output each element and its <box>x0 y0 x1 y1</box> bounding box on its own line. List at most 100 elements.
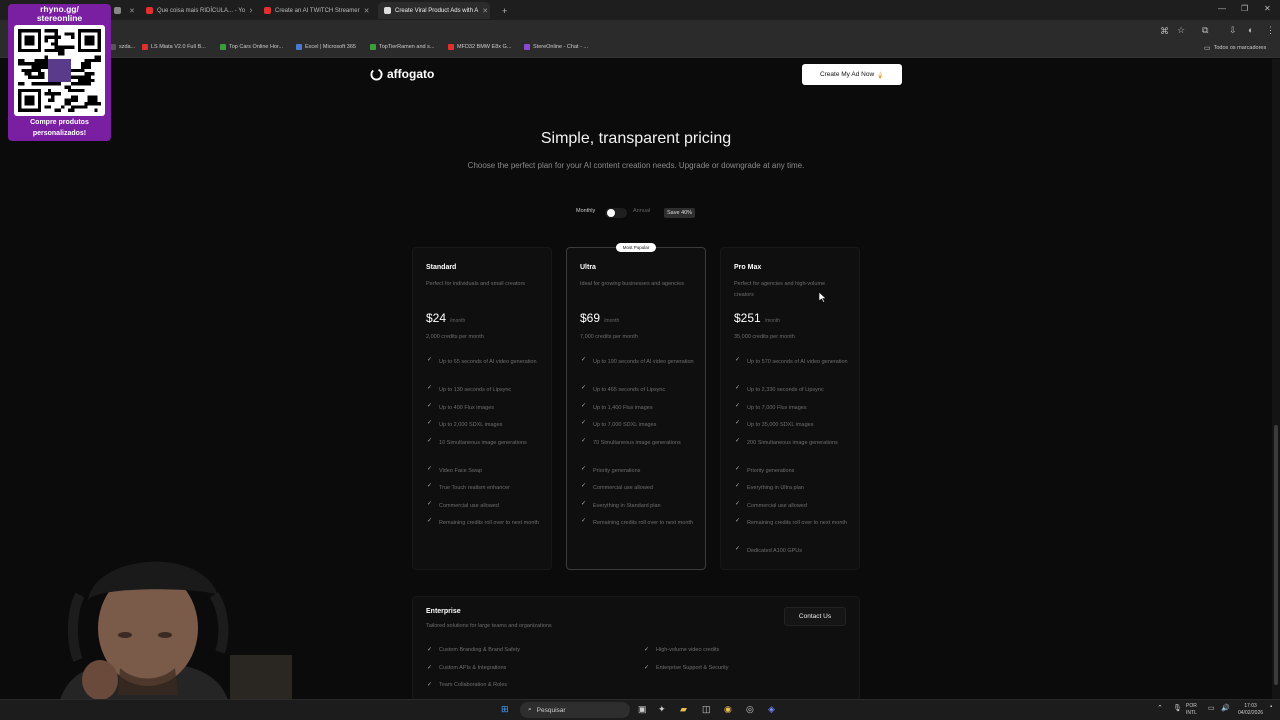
tab-close-icon[interactable]: ✕ <box>249 7 252 15</box>
enterprise-feature: Custom Branding & Brand Safety <box>439 647 521 653</box>
overlay-line1: rhyno.gg/ <box>40 4 79 14</box>
bookmark-item[interactable]: MFD32 BMW E8x G... <box>448 44 511 50</box>
all-bookmarks[interactable]: ▭ Todos os marcadores <box>1204 44 1266 52</box>
plan-description: Perfect for individuals and small creato… <box>426 281 526 287</box>
tab-close-icon[interactable]: ✕ <box>129 7 134 15</box>
bookmark-item[interactable]: LS Miata V2.0 Full B... <box>142 44 206 50</box>
create-ad-button[interactable]: Create My Ad Now 🍦 <box>802 64 902 85</box>
bookmark-label: szda... <box>119 44 136 50</box>
minimize-icon[interactable]: — <box>1218 4 1226 13</box>
bookmark-item[interactable]: StereOnline - Chat - ... <box>524 44 588 50</box>
page-title: Simple, transparent pricing <box>540 130 732 147</box>
most-popular-badge: Most Popular <box>616 243 656 252</box>
check-icon: ✓ <box>581 500 587 507</box>
extensions-icon[interactable]: ⧉ <box>1202 25 1208 36</box>
plan-feature: Up to 1,400 Flux images <box>593 404 653 411</box>
billing-toggle[interactable] <box>605 208 627 218</box>
enterprise-feature: High-volume video credits <box>656 647 720 653</box>
clock[interactable]: 17:03 04/02/2026 <box>1238 703 1263 716</box>
tab-close-icon[interactable]: ✕ <box>364 7 370 15</box>
plan-feature: Up to 2,000 SDXL images <box>439 422 503 428</box>
contact-us-button[interactable]: Contact Us <box>784 607 846 626</box>
new-tab-icon[interactable]: + <box>496 2 510 19</box>
annual-label[interactable]: Annual <box>633 208 650 214</box>
volume-icon[interactable]: 🔊 <box>1221 704 1230 712</box>
browser-tab[interactable]: ✕ <box>108 2 134 19</box>
price-period: /month <box>764 318 780 324</box>
plan-credits: 2,000 credits per month <box>426 334 484 340</box>
check-icon: ✓ <box>581 518 587 524</box>
affogato-logo[interactable]: affogato <box>370 67 434 81</box>
plan-feature: Remaining credits roll over to next mont… <box>439 520 539 526</box>
plan-feature: True Touch realism enhancer <box>439 485 510 491</box>
bookmark-star-icon[interactable]: ☆ <box>1177 25 1185 36</box>
plan-feature: Up to 7,000 SDXL images <box>593 422 657 428</box>
bookmark-item[interactable]: Excel | Microsoft 365 <box>296 44 356 50</box>
bookmark-item[interactable]: szda... <box>110 44 135 50</box>
check-icon: ✓ <box>427 402 433 409</box>
address-bar[interactable] <box>0 20 1280 41</box>
discord-icon[interactable]: ◈ <box>768 704 775 715</box>
tab-close-icon[interactable]: ✕ <box>482 7 488 15</box>
plan-feature: Dedicated A100 GPUs <box>747 548 803 554</box>
plan-feature: Up to 570 seconds of AI video generation <box>747 359 848 365</box>
plan-feature: Commercial use allowed <box>593 485 653 491</box>
plan-feature: Up to 130 seconds of Lipsync <box>439 387 512 393</box>
close-window-icon[interactable]: ✕ <box>1264 4 1271 13</box>
tray-chevron-icon[interactable]: ⌃ <box>1157 704 1163 712</box>
profile-icon[interactable]: ◐ <box>1248 25 1253 35</box>
language-indicator[interactable]: POR INTL <box>1186 703 1197 716</box>
plan-feature: 10 Simultaneous image generations <box>439 439 527 446</box>
file-explorer-icon[interactable]: ▰ <box>680 704 687 715</box>
plan-feature: Remaining credits roll over to next mont… <box>593 520 693 526</box>
logo-text: affogato <box>387 67 435 81</box>
store-icon[interactable]: ◫ <box>702 704 711 715</box>
check-icon: ✓ <box>427 500 433 507</box>
bookmark-label: StereOnline - Chat - ... <box>533 44 589 50</box>
plan-price: $251/month <box>734 311 780 325</box>
bookmark-item[interactable]: Top Cars Online Hor... <box>220 44 283 50</box>
monthly-label[interactable]: Monthly <box>576 208 595 214</box>
browser-tab[interactable]: Create Viral Product Ads with A ✕ <box>378 2 490 19</box>
bookmark-label: TopTierRamen and s... <box>379 44 435 50</box>
maximize-icon[interactable]: ❐ <box>1241 4 1248 13</box>
plan-price: $69/month <box>580 311 619 325</box>
bookmark-label: MFD32 BMW E8x G... <box>457 44 512 50</box>
enterprise-feature: Custom APIs & Integrations <box>439 664 507 671</box>
bookmark-item[interactable]: TopTierRamen and s... <box>370 44 434 50</box>
check-icon: ✓ <box>735 518 741 524</box>
browser-tab[interactable]: Que coisa mais RIDÍCULA... - Yo ✕ <box>140 2 252 19</box>
check-icon: ✓ <box>427 518 433 524</box>
qr-overlay: rhyno.gg/ stereonline Compre produtos pe… <box>8 4 111 141</box>
check-icon: ✓ <box>735 500 741 507</box>
search-icon: ⌕ <box>528 706 532 713</box>
taskbar-search[interactable]: ⌕ Pesquisar <box>520 702 630 718</box>
check-icon: ✓ <box>644 664 650 671</box>
windows-start-icon[interactable]: ⊞ <box>501 704 509 715</box>
check-icon: ✓ <box>427 420 433 426</box>
plan-feature: Up to 35,000 SDXL images <box>747 422 814 428</box>
browser-tab[interactable]: Create an AI TWITCH Streamer ✕ <box>258 2 372 19</box>
tab-favicon-icon <box>146 7 153 14</box>
plan-feature: Priority generations <box>593 467 641 474</box>
plan-feature: Video Face Swap <box>439 467 483 474</box>
mic-icon[interactable]: 🎙 <box>1173 704 1182 712</box>
notification-icon[interactable]: ▪ <box>1270 704 1272 710</box>
chrome-icon[interactable]: ◉ <box>724 704 732 715</box>
scrollbar-thumb[interactable] <box>1274 425 1278 685</box>
check-icon: ✓ <box>581 357 587 363</box>
toggle-knob <box>607 209 615 217</box>
menu-icon[interactable]: ⋮ <box>1266 25 1275 36</box>
network-icon[interactable]: ▭ <box>1208 704 1215 712</box>
obs-icon[interactable]: ◎ <box>746 704 754 715</box>
translate-icon[interactable]: ⌘ <box>1160 26 1169 37</box>
check-icon: ✓ <box>581 465 587 472</box>
plan-feature: Up to 2,330 seconds of Lipsync <box>747 387 824 393</box>
copilot-icon[interactable]: ✦ <box>658 704 666 715</box>
overlay-caption2: personalizados! <box>32 129 87 137</box>
downloads-icon[interactable]: ⇩ <box>1229 25 1237 36</box>
plan-credits: 7,000 credits per month <box>580 334 638 340</box>
price-amount: $251 <box>734 311 761 325</box>
task-view-icon[interactable]: ▣ <box>638 704 647 715</box>
plan-name: Pro Max <box>734 264 762 271</box>
